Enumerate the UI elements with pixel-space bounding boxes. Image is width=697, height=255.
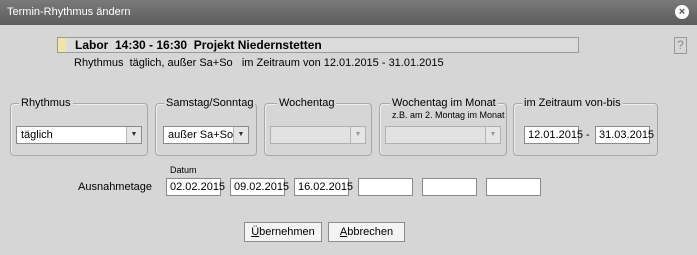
ausnahmetag-input-6[interactable] [486, 178, 541, 196]
help-icon[interactable]: ? [674, 37, 687, 54]
chevron-down-icon[interactable]: ▼ [233, 127, 248, 143]
chevron-down-icon[interactable]: ▼ [485, 127, 500, 143]
uebernehmen-mnemonic: Ü [251, 226, 260, 238]
ausnahmetag-input-2[interactable]: 09.02.2015 [230, 178, 289, 196]
ausnahmetage-label: Ausnahmetage [78, 181, 152, 193]
wochentag-select[interactable]: ▼ [270, 126, 366, 144]
ausnahmetag-input-4[interactable] [358, 178, 413, 196]
title-bar: Termin-Rhythmus ändern × [0, 0, 697, 25]
legend-wochentag: Wochentag [277, 97, 337, 109]
rhythmus-select[interactable]: täglich ▼ [16, 126, 142, 144]
legend-wochentag-im-monat: Wochentag im Monat [390, 97, 498, 109]
appointment-info-bar: Labor 14:30 - 16:30 Projekt Niedernstett… [57, 37, 579, 53]
ausnahmetag-input-1[interactable]: 02.02.2015 [166, 178, 225, 196]
wochentag-im-monat-select[interactable]: ▼ [385, 126, 501, 144]
dialog-window: Termin-Rhythmus ändern × Labor 14:30 - 1… [0, 0, 697, 255]
group-wochentag-im-monat: Wochentag im Monat z.B. am 2. Montag im … [379, 97, 507, 156]
window-title: Termin-Rhythmus ändern [7, 6, 131, 18]
appointment-headline: Labor 14:30 - 16:30 Projekt Niedernstett… [75, 38, 322, 52]
wochentag-im-monat-hint: z.B. am 2. Montag im Monat [392, 110, 505, 120]
group-zeitraum: im Zeitraum von-bis 12.01.2015 - 31.03.2… [513, 97, 658, 156]
datum-label: Datum [170, 165, 197, 175]
zeitraum-separator: - [586, 129, 590, 141]
zeitraum-from-input[interactable]: 12.01.2015 [524, 126, 583, 144]
zeitraum-to-input[interactable]: 31.03.2015 [595, 126, 654, 144]
ausnahmetag-input-5[interactable] [422, 178, 477, 196]
close-icon[interactable]: × [675, 5, 689, 19]
uebernehmen-label: bernehmen [259, 226, 315, 238]
group-wochentag: Wochentag ▼ [264, 97, 372, 156]
ausnahmetag-input-3[interactable]: 16.02.2015 [294, 178, 353, 196]
appointment-color-marker [58, 38, 66, 52]
samstag-sonntag-select[interactable]: außer Sa+So ▼ [163, 126, 249, 144]
samstag-sonntag-value: außer Sa+So [168, 129, 234, 141]
chevron-down-icon[interactable]: ▼ [350, 127, 365, 143]
rhythm-summary: Rhythmus täglich, außer Sa+So im Zeitrau… [74, 57, 444, 69]
rhythmus-value: täglich [21, 129, 53, 141]
abbrechen-label: bbrechen [347, 226, 394, 238]
group-samstag-sonntag: Samstag/Sonntag außer Sa+So ▼ [155, 97, 257, 156]
legend-rhythmus: Rhythmus [19, 97, 73, 109]
uebernehmen-button[interactable]: Übernehmen [244, 222, 322, 242]
abbrechen-button[interactable]: Abbrechen [328, 222, 405, 242]
group-rhythmus: Rhythmus täglich ▼ [10, 97, 148, 156]
legend-samstag-sonntag: Samstag/Sonntag [164, 97, 256, 109]
chevron-down-icon[interactable]: ▼ [126, 127, 141, 143]
legend-zeitraum: im Zeitraum von-bis [522, 97, 623, 109]
